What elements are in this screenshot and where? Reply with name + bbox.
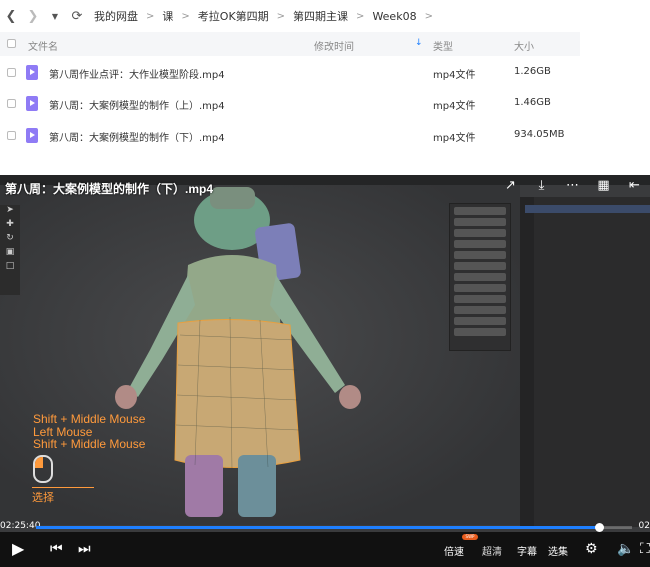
- fullscreen-icon[interactable]: ⛶: [640, 541, 650, 557]
- file-type: mp4文件: [433, 101, 476, 112]
- total-time: 02: [638, 521, 650, 531]
- breadcrumb-item[interactable]: 我的网盘: [94, 8, 138, 24]
- player-top-toolbar: ↗ ⤓ ⋯ ▦ ⇤: [495, 178, 650, 193]
- scale-icon[interactable]: ▣: [0, 247, 20, 261]
- next-icon[interactable]: ⏭: [78, 541, 91, 557]
- share-icon[interactable]: ↗: [495, 178, 526, 193]
- transform-icon[interactable]: □: [0, 261, 20, 275]
- swp-badge: SWP: [462, 534, 478, 540]
- shortcut-hint: Shift + Middle Mouse: [33, 412, 146, 426]
- row-checkbox[interactable]: [7, 68, 16, 77]
- column-header-size[interactable]: 大小: [514, 38, 534, 53]
- breadcrumb-item-current[interactable]: Week08: [372, 10, 416, 23]
- video-title: 第八周：大案例模型的制作（下）.mp4: [5, 182, 214, 196]
- speed-button[interactable]: 倍速: [444, 543, 464, 558]
- progress-fill: [36, 526, 600, 529]
- breadcrumb-item[interactable]: 第四期主课: [293, 8, 348, 24]
- table-row[interactable]: 第八周：大案例模型的制作（上）.mp4 mp4文件 1.46GB: [0, 89, 580, 119]
- column-header-name[interactable]: 文件名: [28, 38, 58, 53]
- video-file-icon: [26, 96, 38, 111]
- more-icon[interactable]: ⋯: [557, 178, 588, 193]
- breadcrumb-item[interactable]: 课: [162, 8, 173, 24]
- episodes-button[interactable]: 选集: [548, 543, 568, 558]
- current-time: 02:25:40: [0, 521, 41, 531]
- collapse-icon[interactable]: ⇤: [619, 178, 650, 193]
- chevron-right-icon: >: [276, 10, 286, 22]
- video-player[interactable]: ➤ ✚ ↻ ▣ □ 第八周：大案例模型的制作（下）.mp4 ↗ ⤓ ⋯ ▦ ⇤ …: [0, 175, 650, 567]
- row-checkbox[interactable]: [7, 131, 16, 140]
- chevron-right-icon: >: [181, 10, 190, 22]
- mouse-icon: [33, 455, 53, 483]
- breadcrumb: 我的网盘 > 课 > 考拉OK第四期 > 第四期主课 > Week08 >: [94, 8, 441, 24]
- back-icon[interactable]: ❮: [0, 9, 22, 24]
- play-icon[interactable]: ▶: [12, 539, 24, 558]
- subtitle-button[interactable]: 字幕: [517, 543, 537, 558]
- row-checkbox[interactable]: [7, 99, 16, 108]
- chevron-right-icon: >: [146, 10, 155, 22]
- breadcrumb-item[interactable]: 考拉OK第四期: [198, 8, 269, 24]
- select-label: 选择: [32, 491, 54, 504]
- navigation-bar: ❮ ❯ ▼ ⟳ 我的网盘 > 课 > 考拉OK第四期 > 第四期主课 > Wee…: [0, 0, 650, 32]
- quality-button[interactable]: 超清: [482, 543, 502, 558]
- file-name[interactable]: 第八周：大案例模型的制作（下）.mp4: [49, 129, 225, 144]
- properties-panel: [449, 203, 511, 351]
- file-type: mp4文件: [433, 70, 476, 81]
- previous-icon[interactable]: ⏮: [50, 541, 63, 557]
- file-size: 1.26GB: [514, 66, 551, 77]
- file-table-header: 文件名 修改时间 ↓ 类型 大小: [0, 32, 580, 56]
- sort-down-icon[interactable]: ↓: [415, 38, 423, 48]
- player-controls: ▶ ⏮ ⏭ 倍速 超清 字幕 选集 ⚙ 🔈 ⛶: [0, 532, 650, 567]
- file-name[interactable]: 第八周作业点评：大作业模型阶段.mp4: [49, 66, 225, 81]
- chevron-down-icon[interactable]: ▼: [44, 12, 66, 21]
- column-header-modified[interactable]: 修改时间: [314, 38, 354, 53]
- file-size: 934.05MB: [514, 129, 565, 140]
- file-name[interactable]: 第八周：大案例模型的制作（上）.mp4: [49, 97, 225, 112]
- volume-icon[interactable]: 🔈: [617, 541, 634, 557]
- move-icon[interactable]: ✚: [0, 219, 20, 233]
- tool-sidebar: ➤ ✚ ↻ ▣ □: [0, 205, 20, 295]
- outliner-list: [525, 205, 650, 301]
- table-row[interactable]: 第八周：大案例模型的制作（下）.mp4 mp4文件 934.05MB: [0, 121, 580, 151]
- select-all-checkbox[interactable]: [7, 39, 16, 48]
- refresh-icon[interactable]: ⟳: [66, 9, 88, 24]
- rotate-icon[interactable]: ↻: [0, 233, 20, 247]
- settings-icon[interactable]: ⚙: [585, 541, 598, 557]
- column-header-type[interactable]: 类型: [433, 38, 453, 53]
- progress-bar[interactable]: [36, 526, 632, 529]
- forward-icon[interactable]: ❯: [22, 9, 44, 24]
- file-type: mp4文件: [433, 133, 476, 144]
- chevron-right-icon: >: [424, 10, 433, 22]
- shortcut-hint: Shift + Middle Mouse: [33, 437, 146, 451]
- download-icon[interactable]: ⤓: [526, 178, 557, 193]
- file-size: 1.46GB: [514, 97, 551, 108]
- divider: [32, 487, 94, 488]
- table-row[interactable]: 第八周作业点评：大作业模型阶段.mp4 mp4文件 1.26GB: [0, 58, 580, 88]
- cursor-icon[interactable]: ➤: [0, 205, 20, 219]
- pip-icon[interactable]: ▦: [588, 178, 619, 193]
- video-file-icon: [26, 65, 38, 80]
- chevron-right-icon: >: [356, 10, 365, 22]
- video-file-icon: [26, 128, 38, 143]
